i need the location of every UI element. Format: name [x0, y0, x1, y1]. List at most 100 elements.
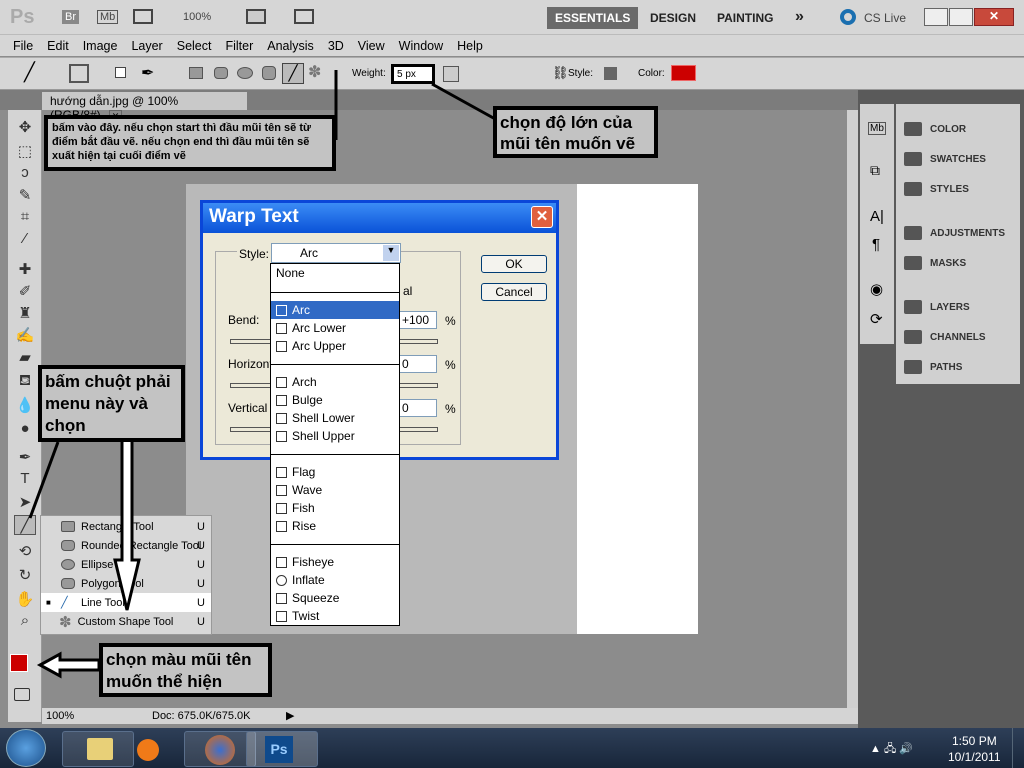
chevron-down-icon[interactable]: ▼: [383, 245, 399, 261]
rectangle-shape-icon[interactable]: [189, 67, 203, 79]
bend-input[interactable]: +100: [399, 311, 437, 329]
flyout-rectangle-tool[interactable]: Rectangle Tool U: [41, 517, 211, 536]
style-option-rise[interactable]: Rise: [271, 517, 399, 535]
view-extras-icon[interactable]: [133, 9, 153, 24]
pen-tool-icon[interactable]: ✒: [141, 63, 154, 83]
eraser-tool-icon[interactable]: ▰: [14, 348, 36, 368]
shape-layers-button[interactable]: [69, 64, 89, 83]
fill-pixels-button[interactable]: [115, 67, 126, 78]
type-tool-icon[interactable]: T: [14, 470, 36, 490]
status-zoom[interactable]: 100%: [46, 710, 74, 722]
close-button[interactable]: ✕: [974, 8, 1014, 26]
workspace-painting[interactable]: PAINTING: [717, 11, 773, 25]
path-select-icon[interactable]: ➤: [14, 493, 36, 513]
history-panel-icon[interactable]: ⧉: [870, 162, 880, 179]
style-option-wave[interactable]: Wave: [271, 481, 399, 499]
workspace-design[interactable]: DESIGN: [650, 11, 696, 25]
clock-date[interactable]: 10/1/2011: [948, 750, 1001, 764]
paint-bucket-icon[interactable]: ⛾: [14, 372, 36, 392]
3d-orbit-icon[interactable]: ↻: [14, 566, 36, 586]
menu-image[interactable]: Image: [76, 39, 125, 53]
menu-3d[interactable]: 3D: [321, 39, 351, 53]
rounded-rectangle-shape-icon[interactable]: [214, 67, 228, 79]
quick-mask-icon[interactable]: [14, 688, 30, 701]
orientation-radio-label[interactable]: al: [403, 284, 412, 298]
path-mode-button[interactable]: [443, 66, 459, 82]
arrange-documents-icon[interactable]: [246, 9, 266, 24]
start-button[interactable]: [6, 729, 46, 767]
tool-preset-line-icon[interactable]: ╱: [24, 62, 35, 83]
clock-time[interactable]: 1:50 PM: [952, 734, 997, 748]
lasso-tool-icon[interactable]: ↄ: [14, 164, 36, 184]
screen-mode-icon[interactable]: [294, 9, 314, 24]
cs-live-button[interactable]: CS Live: [864, 11, 906, 25]
line-shape-icon[interactable]: ╱: [282, 63, 304, 84]
polygon-shape-icon[interactable]: [262, 66, 276, 80]
flyout-polygon-tool[interactable]: Polygon Tool U: [41, 574, 211, 593]
marquee-tool-icon[interactable]: ⬚: [14, 142, 36, 162]
minibridge-panel-icon[interactable]: Mb: [868, 122, 886, 135]
style-option-none[interactable]: None: [271, 264, 399, 282]
cancel-button[interactable]: Cancel: [481, 283, 547, 301]
menu-window[interactable]: Window: [392, 39, 450, 53]
clone-source-icon[interactable]: ⟳: [870, 310, 883, 328]
panel-adjustments[interactable]: ADJUSTMENTS: [904, 226, 1005, 240]
menu-select[interactable]: Select: [170, 39, 219, 53]
color-swatch[interactable]: [671, 65, 696, 81]
hand-tool-icon[interactable]: ✋: [14, 590, 36, 610]
style-select[interactable]: Arc ▼: [271, 243, 401, 263]
style-option-fisheye[interactable]: Fisheye: [271, 553, 399, 571]
show-desktop-button[interactable]: [1012, 728, 1024, 768]
style-swatch[interactable]: [604, 67, 617, 80]
menu-filter[interactable]: Filter: [218, 39, 260, 53]
history-brush-icon[interactable]: ✍: [14, 326, 36, 346]
style-option-shell-upper[interactable]: Shell Upper: [271, 427, 399, 445]
menu-file[interactable]: File: [6, 39, 40, 53]
style-option-arc[interactable]: Arc: [271, 301, 399, 319]
brush-tool-icon[interactable]: ✐: [14, 282, 36, 302]
dodge-tool-icon[interactable]: ●: [14, 420, 36, 440]
ellipse-shape-icon[interactable]: [237, 67, 253, 79]
paragraph-panel-icon[interactable]: ¶: [872, 236, 880, 253]
character-panel-icon[interactable]: A|: [870, 208, 884, 225]
3d-rotate-icon[interactable]: ⟲: [14, 542, 36, 562]
menu-analysis[interactable]: Analysis: [260, 39, 321, 53]
line-tool-icon[interactable]: ╱: [14, 515, 36, 535]
document-tab[interactable]: hướng dẫn.jpg @ 100% (RGB/8#)✕: [42, 92, 247, 122]
style-option-squeeze[interactable]: Squeeze: [271, 589, 399, 607]
status-menu-arrow-icon[interactable]: ▶: [286, 709, 294, 722]
panel-styles[interactable]: STYLES: [904, 182, 969, 196]
panel-color[interactable]: COLOR: [904, 122, 966, 136]
quick-select-tool-icon[interactable]: ✎: [14, 186, 36, 206]
menu-layer[interactable]: Layer: [124, 39, 169, 53]
style-option-bulge[interactable]: Bulge: [271, 391, 399, 409]
zoom-level-dropdown[interactable]: 100%: [183, 11, 211, 23]
more-workspaces-button[interactable]: »: [795, 8, 804, 26]
panel-channels[interactable]: CHANNELS: [904, 330, 986, 344]
minimize-button[interactable]: [924, 8, 948, 26]
style-option-arch[interactable]: Arch: [271, 373, 399, 391]
flyout-line-tool[interactable]: ■ ╱ Line Tool U: [41, 593, 211, 612]
weight-input[interactable]: 5 px: [391, 64, 435, 84]
flyout-ellipse-tool[interactable]: Ellipse Tool U: [41, 555, 211, 574]
style-option-arc-upper[interactable]: Arc Upper: [271, 337, 399, 355]
menu-view[interactable]: View: [351, 39, 392, 53]
3d-panel-icon[interactable]: ◉: [870, 280, 883, 298]
pen-tool-icon[interactable]: ✒: [14, 448, 36, 468]
crop-tool-icon[interactable]: ⌗: [14, 208, 36, 228]
blur-tool-icon[interactable]: 💧: [14, 396, 36, 416]
dialog-close-button[interactable]: ✕: [531, 206, 553, 228]
eyedropper-tool-icon[interactable]: ⁄: [14, 230, 36, 250]
horizontal-input[interactable]: 0: [399, 355, 437, 373]
bridge-button[interactable]: Br: [62, 10, 79, 24]
style-option-inflate[interactable]: Inflate: [271, 571, 399, 589]
menu-help[interactable]: Help: [450, 39, 490, 53]
link-icon[interactable]: ⛓: [552, 65, 569, 81]
ok-button[interactable]: OK: [481, 255, 547, 273]
custom-shape-icon[interactable]: ✽: [308, 62, 321, 82]
minibridge-button[interactable]: Mb: [97, 10, 119, 24]
flyout-rounded-rectangle-tool[interactable]: Rounded Rectangle Tool U: [41, 536, 211, 555]
style-option-arc-lower[interactable]: Arc Lower: [271, 319, 399, 337]
style-option-flag[interactable]: Flag: [271, 463, 399, 481]
panel-swatches[interactable]: SWATCHES: [904, 152, 986, 166]
